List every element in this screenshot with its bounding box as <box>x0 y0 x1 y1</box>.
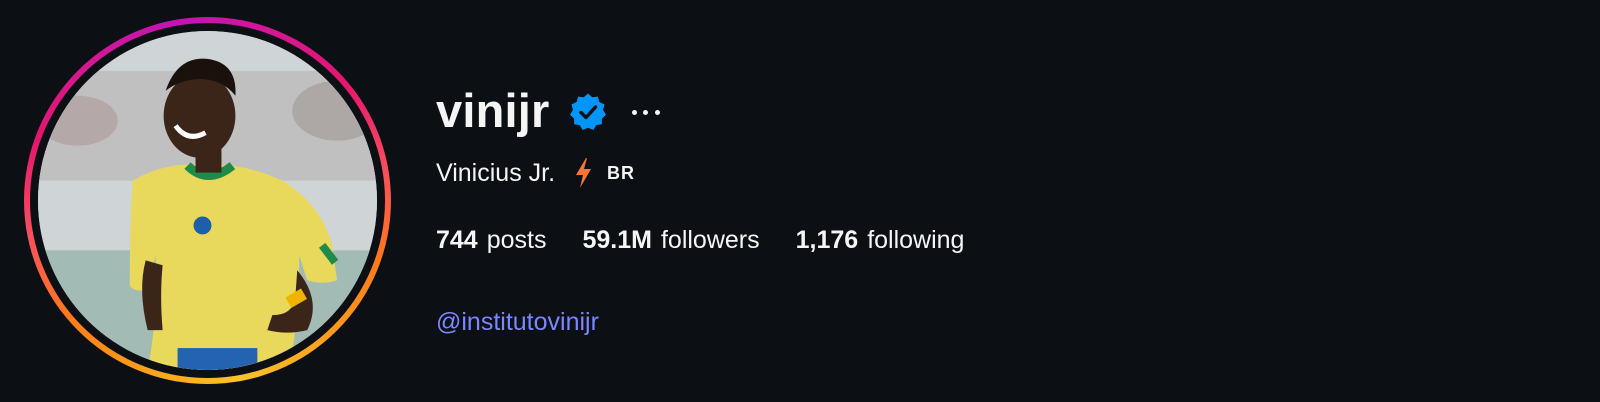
stat-posts[interactable]: 744 posts <box>436 226 546 255</box>
username-row: vinijr <box>436 78 1000 142</box>
profile-info: vinijr Vinicius Jr. BR 744 posts 59.1M f… <box>436 78 1000 342</box>
more-options-icon[interactable] <box>631 100 660 124</box>
bio-mention-link[interactable]: @institutovinijr <box>436 308 599 336</box>
avatar-story-ring[interactable] <box>24 17 391 384</box>
stat-label: following <box>867 225 965 254</box>
username: vinijr <box>436 83 550 137</box>
verified-badge-icon <box>568 92 608 132</box>
avatar[interactable] <box>38 31 377 370</box>
name-row: Vinicius Jr. BR <box>436 156 1000 190</box>
stat-label: followers <box>660 225 760 254</box>
stat-following[interactable]: 1,176 following <box>796 226 965 255</box>
more-dot <box>654 109 660 115</box>
stat-followers[interactable]: 59.1M followers <box>582 226 759 255</box>
more-dot <box>643 109 649 115</box>
lightning-bolt-icon <box>573 157 593 189</box>
stat-label: posts <box>486 225 547 254</box>
bio-link-row: @institutovinijr <box>436 308 1000 342</box>
stat-number: 1,176 <box>795 225 859 254</box>
country-code: BR <box>607 162 636 183</box>
stat-number: 59.1M <box>582 225 652 254</box>
avatar-photo <box>38 31 377 370</box>
stats-row: 744 posts 59.1M followers 1,176 followin… <box>436 222 1000 258</box>
full-name: Vinicius Jr. <box>436 158 556 187</box>
stat-number: 744 <box>436 225 478 254</box>
avatar-ring-gap <box>30 23 385 378</box>
more-dot <box>631 109 637 115</box>
